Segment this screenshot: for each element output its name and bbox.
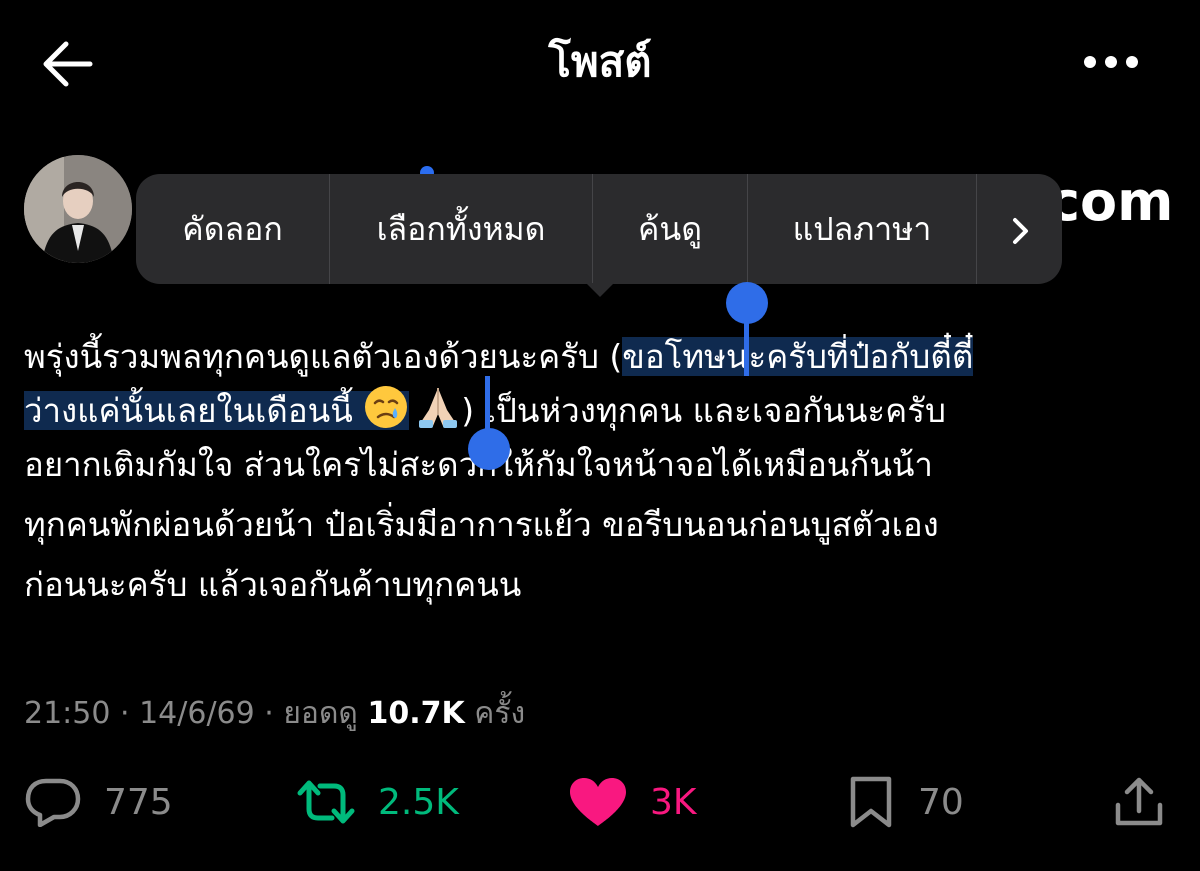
copy-button[interactable]: คัดลอก [136, 174, 329, 284]
post-text: ) เป็นห่วงทุกคน และเจอกันนะครับ [461, 391, 946, 430]
selection-end-knob[interactable] [468, 428, 510, 470]
selection-start-cursor[interactable] [744, 318, 749, 376]
select-all-button[interactable]: เลือกทั้งหมด [330, 174, 592, 284]
views-label: ยอดดู [283, 696, 358, 731]
text-selection-menu: คัดลอก เลือกทั้งหมด ค้นดู แปลภาษา [136, 174, 1062, 284]
like-button[interactable]: 3K [568, 770, 697, 834]
post-text: พรุ่งนี้รวมพลทุกคนดูแลตัวเองด้วยนะครับ ( [24, 337, 623, 376]
look-up-button[interactable]: ค้นดู [593, 174, 747, 284]
repost-icon [297, 780, 355, 824]
share-icon [1115, 777, 1163, 826]
post-date: 14/6/69 [139, 696, 255, 731]
views-count[interactable]: 10.7K [367, 696, 464, 731]
folded-hands-emoji [419, 388, 458, 428]
reply-icon [25, 778, 81, 827]
bookmark-count: 70 [918, 781, 964, 823]
page-title: โพสต์ [548, 37, 652, 86]
reply-button[interactable]: 775 [24, 770, 173, 834]
selected-text[interactable]: ขอโทษนะครับที่ป๋อกับตี๋ตี๋ [622, 337, 974, 376]
views-unit: ครั้ง [474, 696, 526, 731]
avatar-image [24, 155, 132, 263]
post-text-line: พรุ่งนี้รวมพลทุกคนดูแลตัวเองด้วยนะครับ (… [24, 330, 974, 384]
post-text-line: ก่อนนะครับ แล้วเจอกันค้าบทุกคนน [24, 565, 522, 604]
repost-button[interactable]: 2.5K [296, 770, 459, 834]
chevron-right-icon[interactable] [977, 174, 1062, 284]
avatar[interactable] [24, 155, 132, 263]
selected-text: ว่างแค่นั้นเลยในเดือนนี้ [24, 391, 364, 430]
like-count: 3K [650, 781, 697, 823]
reply-count: 775 [104, 781, 173, 823]
menu-pointer [586, 283, 614, 297]
bookmark-icon [850, 776, 892, 828]
bookmark-button[interactable]: 70 [846, 770, 964, 834]
post-meta: 21:50 · 14/6/69 · ยอดดู 10.7K ครั้ง [24, 696, 526, 731]
post-text-line: ทุกคนพักผ่อนด้วยน้า ป๋อเริ่มมีอาการแย้ว … [24, 505, 939, 544]
heart-icon [570, 778, 626, 826]
selected-text-group[interactable]: ว่างแค่นั้นเลยในเดือนนี้ [24, 386, 410, 430]
crying-face-emoji [365, 386, 408, 428]
selection-end-cursor[interactable] [485, 376, 490, 436]
post-time: 21:50 [24, 696, 111, 731]
ellipsis-icon[interactable] [1080, 50, 1142, 74]
repost-count: 2.5K [378, 781, 459, 823]
author-handle[interactable]: com [1048, 170, 1173, 234]
share-button[interactable] [1112, 770, 1188, 834]
translate-button[interactable]: แปลภาษา [748, 174, 976, 284]
